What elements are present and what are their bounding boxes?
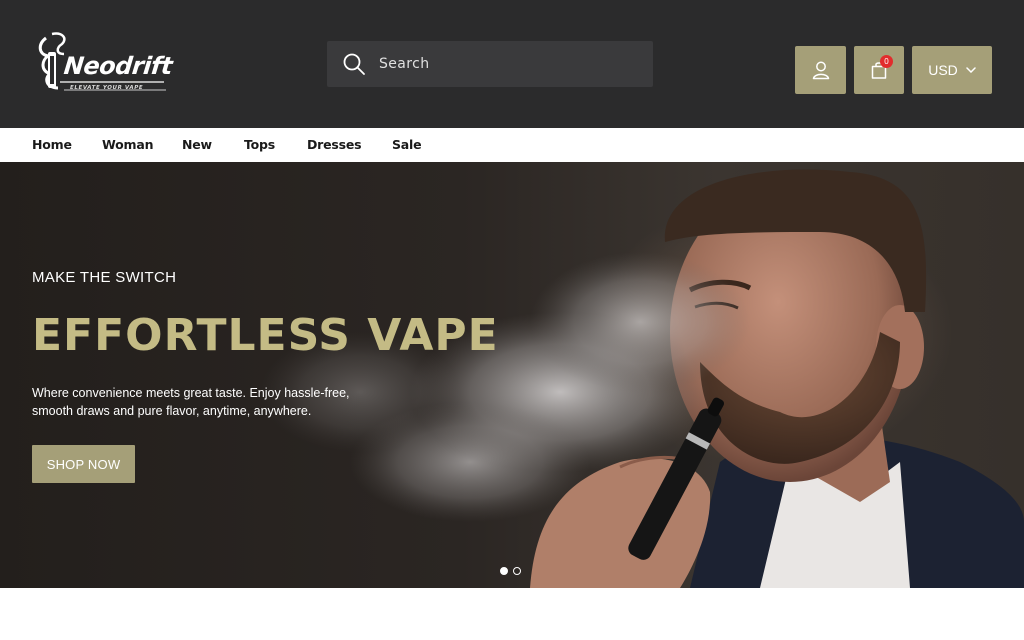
hero-description-line-2: smooth draws and pure flavor, anytime, a… <box>32 404 312 418</box>
user-icon <box>812 61 829 80</box>
hero-description-line-1: Where convenience meets great taste. Enj… <box>32 386 350 400</box>
cart-count-badge: 0 <box>880 55 893 68</box>
nav-item-tops[interactable]: Tops <box>244 137 275 152</box>
site-header: Neodrift ELEVATE YOUR VAPE 0 USD <box>0 0 1024 128</box>
search-bar[interactable] <box>327 41 653 87</box>
chevron-down-icon <box>966 67 976 73</box>
hero-banner: MAKE THE SWITCH EFFORTLESS VAPE Where co… <box>0 162 1024 588</box>
account-button[interactable] <box>795 46 846 94</box>
slide-dot-2[interactable] <box>513 567 521 575</box>
hero-subtitle: MAKE THE SWITCH <box>32 269 177 286</box>
hero-image <box>260 169 1024 588</box>
brand-logo[interactable]: Neodrift ELEVATE YOUR VAPE <box>34 30 174 96</box>
brand-tagline: ELEVATE YOUR VAPE <box>70 85 144 91</box>
search-input[interactable] <box>379 41 639 87</box>
slide-dot-1[interactable] <box>500 567 508 575</box>
main-navigation: Home Woman New Tops Dresses Sale <box>0 128 1024 162</box>
currency-label: USD <box>928 62 958 78</box>
currency-selector[interactable]: USD <box>912 46 992 94</box>
hero-description: Where convenience meets great taste. Enj… <box>32 384 362 420</box>
nav-item-new[interactable]: New <box>182 137 212 152</box>
cart-button[interactable]: 0 <box>854 46 904 94</box>
hero-title: EFFORTLESS VAPE <box>32 310 499 361</box>
nav-item-dresses[interactable]: Dresses <box>307 137 362 152</box>
nav-item-sale[interactable]: Sale <box>392 137 422 152</box>
brand-name: Neodrift <box>62 52 174 80</box>
search-icon[interactable] <box>342 52 366 76</box>
nav-item-woman[interactable]: Woman <box>102 137 153 152</box>
nav-item-home[interactable]: Home <box>32 137 72 152</box>
shop-now-button[interactable]: SHOP NOW <box>32 445 135 483</box>
slider-pagination <box>500 567 521 575</box>
